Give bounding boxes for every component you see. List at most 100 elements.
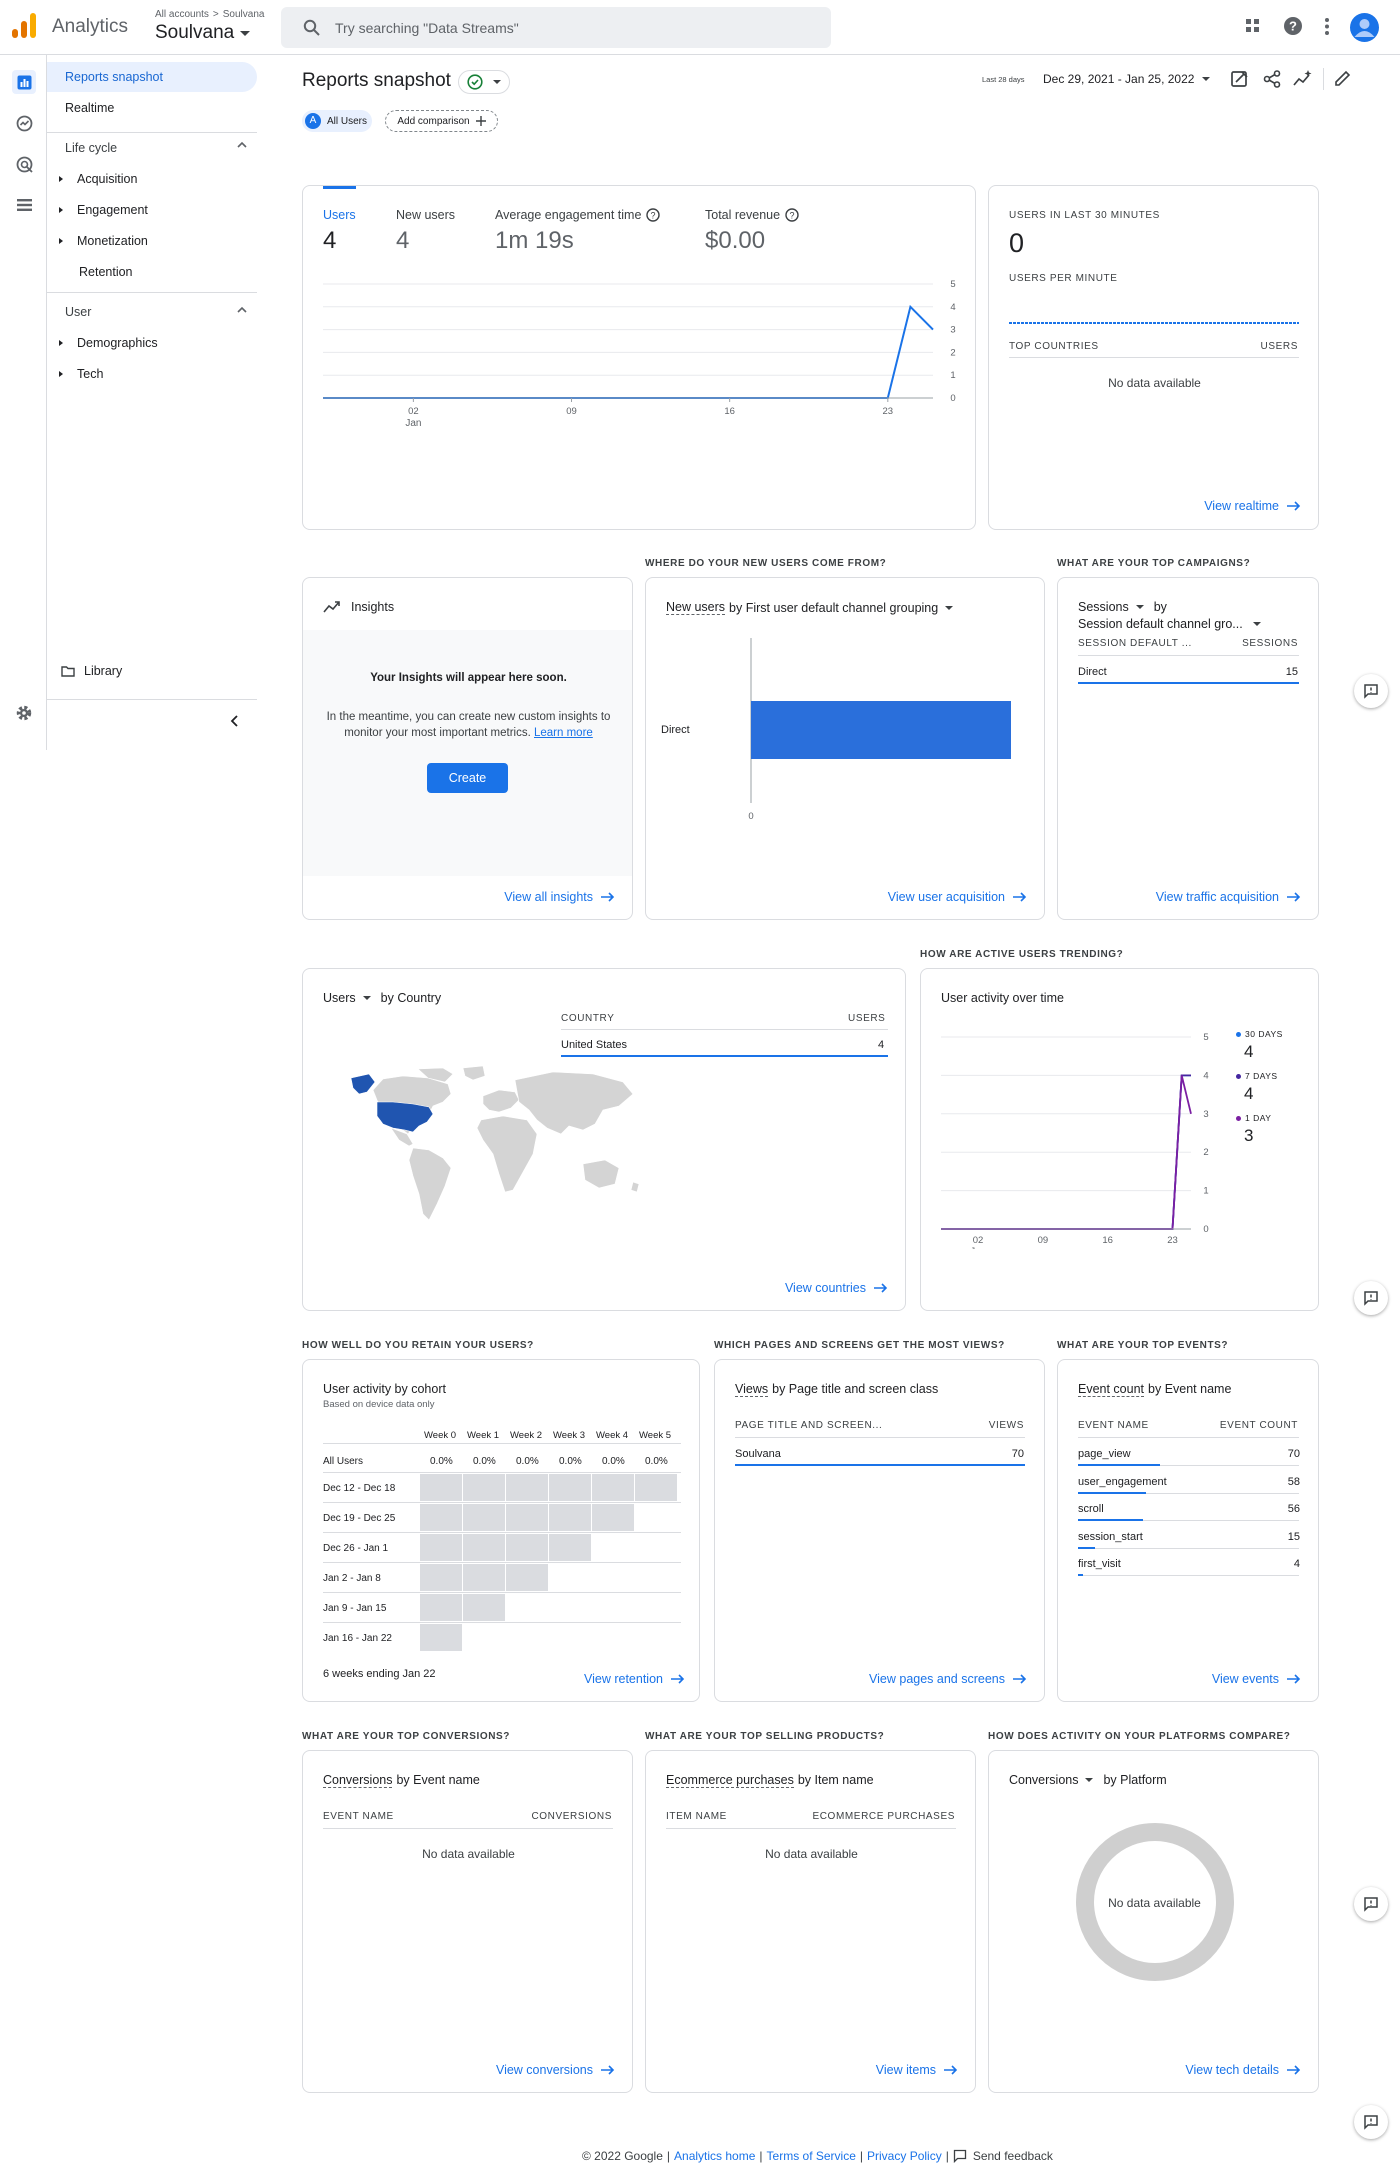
cohort-cell[interactable] [463, 1504, 505, 1531]
nav-demographics[interactable]: Demographics [59, 332, 158, 354]
cohort-cell[interactable] [549, 1534, 591, 1561]
campaigns-dimension[interactable]: Session default channel gro... [1078, 617, 1261, 631]
more-vert-icon[interactable] [1325, 18, 1329, 35]
date-range-picker[interactable]: Dec 29, 2021 - Jan 25, 2022 [1043, 72, 1211, 86]
property-selector[interactable]: Soulvana [155, 22, 251, 44]
breadcrumb-account[interactable]: Soulvana [223, 9, 265, 20]
cohort-cell[interactable] [549, 1474, 591, 1501]
nav-library[interactable]: Library [61, 664, 122, 678]
configure-icon[interactable] [12, 193, 36, 217]
chevron-up-icon[interactable] [237, 141, 247, 148]
learn-more-link[interactable]: Learn more [534, 727, 593, 739]
metric-tab-users[interactable]: Users 4 [323, 208, 356, 255]
metric-tab-engagement-time[interactable]: Average engagement time? 1m 19s [495, 208, 661, 255]
advertising-icon[interactable] [12, 152, 36, 176]
view-items-link[interactable]: View items [876, 2063, 958, 2077]
breadcrumb[interactable]: All accounts > Soulvana [155, 9, 264, 20]
acquisition-metric[interactable]: New users [666, 600, 726, 615]
campaigns-title-line1[interactable]: Sessions by [1078, 600, 1167, 614]
customize-report-icon[interactable] [1231, 70, 1249, 88]
legend-item[interactable]: 30 DAYS 4 [1236, 1029, 1283, 1062]
feedback-fab[interactable] [1354, 1887, 1388, 1921]
cohort-cell[interactable] [420, 1624, 462, 1651]
pages-title[interactable]: Views by Page title and screen class [735, 1382, 938, 1397]
search-input[interactable]: Try searching "Data Streams" [335, 20, 519, 36]
view-user-acquisition-link[interactable]: View user acquisition [888, 890, 1027, 904]
view-all-insights-link[interactable]: View all insights [504, 890, 615, 904]
edit-pencil-icon[interactable] [1334, 70, 1351, 87]
cohort-cell[interactable] [463, 1534, 505, 1561]
view-pages-link[interactable]: View pages and screens [869, 1672, 1027, 1686]
acquisition-title[interactable]: New users by First user default channel g… [666, 600, 954, 615]
cohort-cell[interactable] [420, 1564, 462, 1591]
view-conversions-link[interactable]: View conversions [496, 2063, 615, 2077]
conversions-title[interactable]: Conversions by Event name [323, 1773, 480, 1788]
cohort-cell[interactable] [463, 1564, 505, 1591]
nav-acquisition[interactable]: Acquisition [59, 168, 137, 190]
footer-privacy-link[interactable]: Privacy Policy [867, 2149, 942, 2163]
cohort-cell[interactable] [592, 1474, 634, 1501]
view-retention-link[interactable]: View retention [584, 1672, 685, 1686]
metric-tab-new-users[interactable]: New users 4 [396, 208, 455, 255]
cohort-cell[interactable] [549, 1504, 591, 1531]
search-bar[interactable]: Try searching "Data Streams" [281, 7, 831, 48]
help-circle-icon[interactable]: ? [646, 208, 661, 222]
cohort-cell[interactable] [635, 1474, 677, 1501]
cohort-cell[interactable] [463, 1474, 505, 1501]
cohort-cell[interactable] [420, 1504, 462, 1531]
insights-sparkle-icon[interactable] [1293, 70, 1313, 88]
explore-icon[interactable] [12, 111, 36, 135]
cohort-cell[interactable] [506, 1474, 548, 1501]
analytics-logo-icon[interactable] [12, 13, 36, 39]
reports-icon[interactable] [12, 70, 36, 94]
view-traffic-acquisition-link[interactable]: View traffic acquisition [1156, 890, 1301, 904]
nav-reports-snapshot[interactable]: Reports snapshot [47, 62, 257, 92]
footer-terms-link[interactable]: Terms of Service [767, 2149, 856, 2163]
nav-retention[interactable]: Retention [79, 261, 133, 283]
platforms-title[interactable]: Conversions by Platform [1009, 1773, 1167, 1787]
feedback-fab[interactable] [1354, 2105, 1388, 2139]
view-events-link[interactable]: View events [1212, 1672, 1301, 1686]
chevron-up-icon[interactable] [237, 306, 247, 313]
breadcrumb-all[interactable]: All accounts [155, 9, 209, 20]
cohort-cell[interactable] [463, 1594, 505, 1621]
cohort-cell[interactable] [592, 1504, 634, 1531]
legend-item[interactable]: 7 DAYS 4 [1236, 1071, 1278, 1104]
cohort-cell[interactable] [506, 1504, 548, 1531]
cohort-cell[interactable] [506, 1564, 548, 1591]
country-title[interactable]: Users by Country [323, 991, 441, 1005]
view-countries-link[interactable]: View countries [785, 1281, 888, 1295]
collapse-chevron-icon[interactable] [230, 715, 238, 727]
help-icon[interactable]: ? [1283, 16, 1303, 36]
view-realtime-link[interactable]: View realtime [1204, 499, 1301, 513]
platforms-metric[interactable]: Conversions [1009, 1773, 1078, 1787]
footer-send-feedback[interactable]: Send feedback [953, 2149, 1053, 2163]
cohort-cell[interactable] [420, 1594, 462, 1621]
share-icon[interactable] [1263, 70, 1281, 88]
country-metric[interactable]: Users [323, 991, 356, 1005]
create-insight-button[interactable]: Create [427, 763, 508, 793]
all-users-chip[interactable]: A All Users [302, 110, 372, 132]
nav-monetization[interactable]: Monetization [59, 230, 148, 252]
nav-user-header[interactable]: User [65, 305, 91, 319]
feedback-fab[interactable] [1354, 674, 1388, 708]
nav-tech[interactable]: Tech [59, 363, 103, 385]
cohort-cell[interactable] [506, 1534, 548, 1561]
pages-metric[interactable]: Views [735, 1382, 769, 1397]
nav-lifecycle-header[interactable]: Life cycle [65, 141, 117, 155]
legend-item[interactable]: 1 DAY 3 [1236, 1113, 1271, 1146]
products-metric[interactable]: Ecommerce purchases [666, 1773, 794, 1788]
status-dropdown[interactable] [458, 70, 510, 94]
add-comparison-button[interactable]: Add comparison [385, 110, 498, 132]
footer-analytics-home-link[interactable]: Analytics home [674, 2149, 755, 2163]
help-circle-icon[interactable]: ? [785, 208, 799, 222]
feedback-fab[interactable] [1354, 1281, 1388, 1315]
nav-engagement[interactable]: Engagement [59, 199, 148, 221]
admin-gear-icon[interactable] [12, 701, 36, 725]
cohort-cell[interactable] [420, 1474, 462, 1501]
apps-grid-icon[interactable] [1246, 19, 1260, 33]
cohort-cell[interactable] [420, 1534, 462, 1561]
nav-realtime[interactable]: Realtime [47, 93, 257, 123]
campaigns-metric[interactable]: Sessions [1078, 600, 1129, 614]
conversions-metric[interactable]: Conversions [323, 1773, 393, 1788]
